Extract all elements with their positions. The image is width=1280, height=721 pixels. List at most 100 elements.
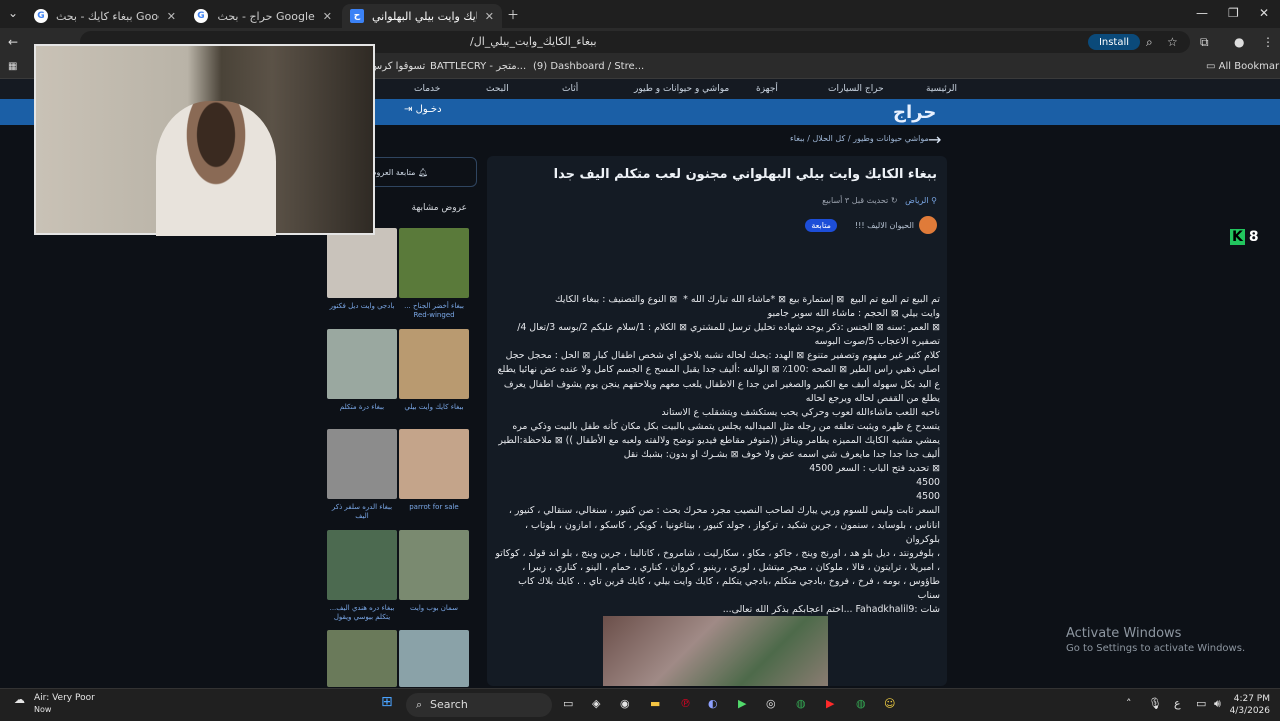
apps-icon[interactable]: ▦ [8,61,17,72]
seller-row: الحيوان الاليف !!! متابعة [805,216,937,234]
window-close-icon[interactable]: ✕ [1259,6,1269,20]
close-icon[interactable]: ✕ [485,10,494,23]
clock[interactable]: 4:27 PM 4/3/2026 [1226,693,1270,717]
similar-item[interactable]: parrot for sale [399,429,469,512]
extensions-icon[interactable]: ⧉ [1200,35,1209,50]
nav-animals[interactable]: مواشي و حيوانات و طيور [634,84,729,94]
new-tab-icon[interactable]: ＋ [507,6,519,23]
emoji-app-icon[interactable]: ☺ [884,697,895,710]
streamer-figure [156,101,276,236]
site-logo[interactable]: حراج [893,102,936,123]
app-icon[interactable]: ◈ [592,697,600,710]
similar-item-image [327,429,397,499]
breadcrumb[interactable]: مواشي حيوانات وطيور / كل الحلال / ببغاء [790,134,929,143]
browser-tab-bar: ⌄ G ببغاء كايك - بحث Google ✕ G حراج - ب… [0,0,1280,28]
file-explorer-icon[interactable]: ▬ [650,697,660,710]
nav-cars[interactable]: حراج السيارات [828,84,884,94]
all-bookmarks[interactable]: ▭ All Bookmarks [1206,61,1280,72]
nav-search[interactable]: البحث [486,84,509,94]
similar-offers-title: عروض مشابهة [411,203,468,213]
back-arrow-icon[interactable]: → [928,130,941,149]
tab-haraj-listing[interactable]: ح ببغاء الكايك وايت بيلي البهلواني ✕ [342,4,502,28]
weather-title[interactable]: Air: Very Poor [34,693,95,703]
bookmark-star-icon[interactable]: ☆ [1167,35,1178,49]
bell-icon: 🔔︎ [417,167,429,177]
github-icon[interactable]: ◎ [766,697,776,710]
discord-icon[interactable]: ◐ [708,697,718,710]
task-view-icon[interactable]: ▭ [563,697,573,710]
refresh-icon: ↻ [888,196,898,205]
tray-chevron-icon[interactable]: ˄ [1126,697,1132,710]
similar-item[interactable]: ببغاء كايك وايت بيلي [399,329,469,412]
seller-name[interactable]: الحيوان الاليف !!! [855,221,914,230]
youtube-icon[interactable]: ▶ [826,697,834,710]
tab-google-haraj[interactable]: G حراج - بحث Google ✕ [186,4,340,28]
similar-item[interactable]: سمان بوب وايت [399,530,469,613]
listing-description: تم البيع تم البيع تم البيع ⊠ إستمارة بيع… [495,294,940,616]
tab-search-icon[interactable]: ⌄ [8,6,18,20]
back-icon[interactable]: ← [8,35,18,49]
webcam-overlay [34,44,375,236]
similar-item-image [399,530,469,600]
close-icon[interactable]: ✕ [323,10,332,23]
similar-item[interactable]: بادجي وايت ديل فكتور [327,228,397,311]
page-title: ببغاء الكايك وايت بيلي البهلواني مجنون ل… [553,167,937,182]
kick-viewer-count: K8 [1230,229,1259,245]
chrome-icon[interactable]: ◍ [796,697,806,710]
login-icon: ⇥ [404,104,416,115]
install-button[interactable]: Install [1088,34,1140,50]
follow-seller-button[interactable]: متابعة [805,218,837,232]
pinterest-icon[interactable]: ℗ [680,697,691,710]
location-link[interactable]: ⚲ الرياض [905,196,937,205]
google-icon: G [34,9,48,23]
language-indicator[interactable]: ع [1174,697,1181,710]
obs-icon[interactable]: ▶ [738,697,746,710]
activate-windows-watermark: Activate Windows Go to Settings to activ… [1066,626,1246,654]
menu-kebab-icon[interactable]: ⋮ [1262,35,1274,49]
kick-logo-icon: K [1230,229,1245,245]
similar-item[interactable]: ببغاء دره هندي اليف... يتكلم بيوسي ويقول [327,530,397,622]
volume-icon[interactable]: 🔊︎ [1214,697,1221,711]
sidebar: متابعة العروض 🔔︎ عروض مشابهة ببغاء أخضر … [318,157,477,687]
similar-item-image [327,329,397,399]
nav-services[interactable]: خدمات [414,84,440,94]
nav-home[interactable]: الرئيسية [926,84,957,94]
similar-item-image [399,630,469,687]
google-icon: G [194,9,208,23]
tab-google-kaik[interactable]: G ببغاء كايك - بحث Google ✕ [26,4,184,28]
similar-item[interactable]: ببغاء الدره سلفر ذكر اليف [327,429,397,521]
steam-icon[interactable]: ◉ [620,697,630,710]
taskbar-search[interactable]: ⌕ Search [406,693,552,717]
nav-furniture[interactable]: أثاث [562,84,578,94]
close-icon[interactable]: ✕ [167,10,176,23]
similar-item-image [399,429,469,499]
updated-time: تحديث قبل ٣ أسابيع [822,196,889,205]
similar-item[interactable] [327,630,397,687]
bookmark-2[interactable]: BATTLECRY - متجر... [430,61,526,72]
start-windows-icon[interactable]: ⊞ [381,694,393,710]
network-icon[interactable]: ▭ [1196,697,1206,710]
profile-avatar[interactable]: ● [1234,35,1244,49]
zoom-icon[interactable]: ⌕ [1146,35,1153,50]
folder-icon: ▭ [1206,61,1219,72]
taskbar: ☁ Air: Very Poor Now ⊞ ⌕ Search ▭ ◈ ◉ ▬ … [0,688,1280,721]
pin-icon: ⚲ [928,196,937,205]
microphone-icon[interactable]: 🎙︎ [1148,697,1162,710]
similar-item[interactable]: ببغاء أخضر الجناح ... Red-winged [399,228,469,320]
avatar[interactable] [919,216,937,234]
minimize-icon[interactable]: — [1196,6,1208,20]
maximize-icon[interactable]: ❐ [1228,6,1239,20]
bookmark-3[interactable]: (9) Dashboard / Stre... [533,61,644,72]
chrome-active-icon[interactable]: ◍ [856,697,866,710]
similar-item-image [327,630,397,687]
login-button[interactable]: ⇥ دخـول [404,104,442,115]
similar-item[interactable] [399,630,469,687]
weather-icon[interactable]: ☁ [14,693,25,706]
bookmark-1[interactable]: تسوقوا كرس [370,61,425,72]
haraj-icon: ح [350,9,364,23]
similar-item[interactable]: ببغاء درة متكلم [327,329,397,412]
similar-item-image [327,530,397,600]
listing-photo[interactable] [603,616,828,686]
nav-devices[interactable]: أجهزة [756,84,778,94]
similar-item-image [327,228,397,298]
